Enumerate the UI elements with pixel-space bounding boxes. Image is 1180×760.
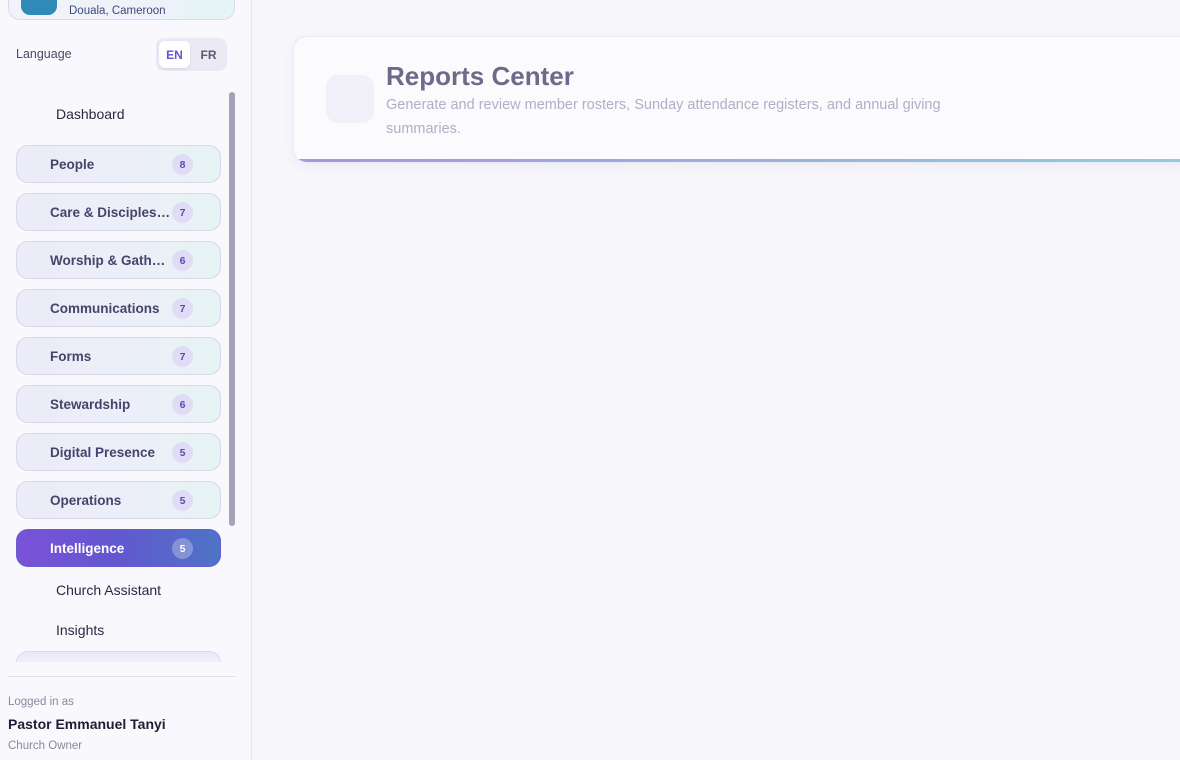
nav-group-label: Digital Presence xyxy=(50,444,156,460)
nav-group-care-discipleship[interactable]: Care & Discipleship 7 xyxy=(16,193,221,231)
nav-group-people[interactable]: People 8 xyxy=(16,145,221,183)
language-fr-button[interactable]: FR xyxy=(193,41,224,68)
nav-group-label: People xyxy=(50,156,95,172)
nav-group-worship-gatherings[interactable]: Worship & Gatherings 6 xyxy=(16,241,221,279)
header-accent-bar xyxy=(294,159,1180,162)
count-badge: 7 xyxy=(172,202,193,223)
language-en-button[interactable]: EN xyxy=(159,41,190,68)
count-badge: 5 xyxy=(172,490,193,511)
nav-group-next[interactable] xyxy=(16,651,221,662)
nav-group-label: Intelligence xyxy=(50,540,125,556)
count-badge: 7 xyxy=(172,346,193,367)
sidebar: Douala, Cameroon Language EN FR Dashboar… xyxy=(0,0,252,760)
user-name: Pastor Emmanuel Tanyi xyxy=(8,716,166,732)
reports-icon xyxy=(326,75,374,123)
language-toggle: EN FR xyxy=(156,38,227,71)
count-badge: 6 xyxy=(172,394,193,415)
page-title: Reports Center xyxy=(386,61,574,91)
nav-group-label: Care & Discipleship xyxy=(50,204,172,220)
nav-group-label: Operations xyxy=(50,492,122,508)
nav-group-communications[interactable]: Communications 7 xyxy=(16,289,221,327)
nav-group-stewardship[interactable]: Stewardship 6 xyxy=(16,385,221,423)
sidebar-scrollbar[interactable] xyxy=(229,92,235,526)
logged-in-label: Logged in as xyxy=(8,696,74,708)
nav-church-assistant[interactable]: Church Assistant xyxy=(56,582,161,598)
nav-group-digital-presence[interactable]: Digital Presence 5 xyxy=(16,433,221,471)
count-badge: 6 xyxy=(172,250,193,271)
count-badge: 5 xyxy=(172,442,193,463)
count-badge: 8 xyxy=(172,154,193,175)
page-header-card: Reports Center Generate and review membe… xyxy=(293,36,1180,163)
count-badge: 5 xyxy=(172,538,193,559)
divider xyxy=(8,676,235,677)
nav-group-label: Communications xyxy=(50,300,160,316)
nav-dashboard[interactable]: Dashboard xyxy=(56,106,125,122)
language-label: Language xyxy=(16,47,72,61)
nav-group-label: Worship & Gatherings xyxy=(50,252,172,268)
nav-group-label: Forms xyxy=(50,348,92,364)
church-logo xyxy=(21,0,57,15)
count-badge: 7 xyxy=(172,298,193,319)
nav-group-intelligence[interactable]: Intelligence 5 xyxy=(16,529,221,567)
church-location: Douala, Cameroon xyxy=(69,5,166,17)
church-card[interactable]: Douala, Cameroon xyxy=(8,0,235,20)
nav-insights[interactable]: Insights xyxy=(56,622,104,638)
page-subtitle: Generate and review member rosters, Sund… xyxy=(386,97,941,137)
nav-group-forms[interactable]: Forms 7 xyxy=(16,337,221,375)
nav-group-label: Stewardship xyxy=(50,396,131,412)
sidebar-nav: Dashboard People 8 Care & Discipleship 7… xyxy=(0,90,236,662)
nav-group-operations[interactable]: Operations 5 xyxy=(16,481,221,519)
user-role: Church Owner xyxy=(8,740,83,752)
